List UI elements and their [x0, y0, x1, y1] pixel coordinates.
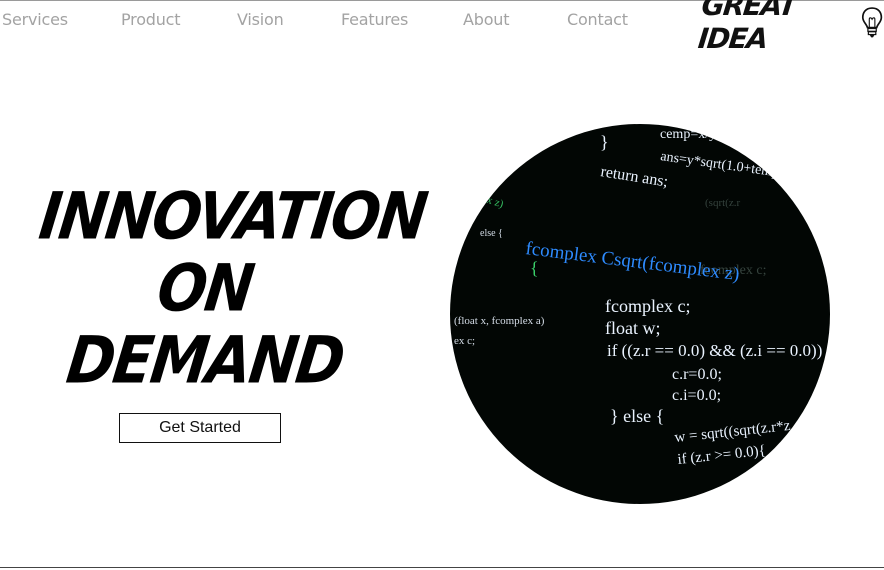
code-line-2: ans=y*sqrt(1.0+temp*te: [659, 149, 796, 183]
code-line-6: {: [530, 258, 539, 278]
bottom-border: [0, 567, 884, 568]
code-line-14: if (z.r >= 0.0){: [677, 443, 767, 468]
code-line-11: c.i=0.0;: [672, 387, 721, 404]
code-line-9: if ((z.r == 0.0) && (z.i == 0.0)) {: [607, 341, 830, 360]
code-line-8: float w;: [605, 318, 661, 338]
nav-link-services[interactable]: Services: [2, 10, 68, 29]
code-image-graphic: omplex z) else { (float x, fcomplex a) e…: [454, 127, 830, 468]
nav-link-vision[interactable]: Vision: [237, 10, 284, 29]
nav-link-contact[interactable]: Contact: [567, 10, 628, 29]
logo-text: GREAT IDEA: [696, 0, 798, 55]
code-line-bg-3: (float x, fcomplex a): [454, 315, 545, 327]
code-hero-image: omplex z) else { (float x, fcomplex a) e…: [450, 124, 830, 504]
code-line-bg-4: ex c;: [454, 335, 475, 347]
lightbulb-icon: [861, 7, 883, 38]
nav-link-product[interactable]: Product: [121, 10, 181, 29]
code-line-5: fcomplex Csqrt(fcomplex z): [524, 238, 740, 285]
get-started-button[interactable]: Get Started: [119, 413, 281, 443]
code-line-7: fcomplex c;: [605, 296, 690, 316]
code-line-3: }: [600, 132, 609, 152]
code-line-bg-2: else {: [480, 228, 503, 239]
code-line-12: } else {: [610, 406, 664, 426]
code-line-bg-1: omplex z): [459, 185, 505, 210]
code-line-bg-5: (sqrt(z.r: [705, 197, 740, 209]
code-line-10: c.r=0.0;: [672, 366, 722, 383]
code-line-13: w = sqrt((sqrt(z.r*z.: [674, 418, 795, 446]
hero-title-line-2: ON: [153, 249, 257, 327]
code-line-4: return ans;: [599, 163, 669, 190]
code-line-1: cemp=x/y;: [660, 127, 720, 142]
nav-link-features[interactable]: Features: [341, 10, 408, 29]
code-foreground-text: cemp=x/y; ans=y*sqrt(1.0+temp*te } retur…: [524, 127, 830, 468]
hero-title-line-3: DEMAND: [62, 321, 348, 399]
hero-title: INNOVATION ON DEMAND: [35, 178, 430, 398]
nav-link-about[interactable]: About: [463, 10, 510, 29]
logo[interactable]: GREAT IDEA: [697, 0, 884, 55]
hero-title-line-1: INNOVATION: [35, 177, 430, 255]
